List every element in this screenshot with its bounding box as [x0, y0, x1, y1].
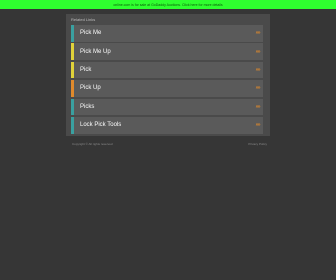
- link-item-lock-pick-tools[interactable]: Lock Pick Tools »»: [71, 116, 263, 134]
- link-label[interactable]: Lock Pick Tools: [80, 122, 121, 128]
- accent-bar: [71, 25, 74, 42]
- link-label[interactable]: Picks: [80, 104, 94, 110]
- chevron-right-icon[interactable]: »»: [256, 122, 261, 128]
- privacy-policy-link[interactable]: Privacy Policy: [248, 142, 267, 146]
- chevron-right-icon[interactable]: »»: [256, 30, 261, 36]
- link-item-pick[interactable]: Pick »»: [71, 61, 263, 79]
- link-item-pick-me[interactable]: Pick Me »»: [71, 25, 263, 42]
- sale-banner-text[interactable]: online.com is for sale at GoDaddy Auctio…: [113, 3, 222, 7]
- chevron-right-icon[interactable]: »»: [256, 49, 261, 55]
- link-label[interactable]: Pick Up: [80, 85, 101, 91]
- link-label[interactable]: Pick Me Up: [80, 49, 111, 55]
- accent-bar: [71, 61, 74, 79]
- chevron-right-icon[interactable]: »»: [256, 104, 261, 110]
- footer: Copyright © All rights reserved Privacy …: [72, 142, 267, 148]
- accent-bar: [71, 116, 74, 134]
- chevron-right-icon[interactable]: »»: [256, 67, 261, 73]
- panel-header: Related Links: [71, 17, 96, 22]
- copyright-text: Copyright © All rights reserved: [72, 142, 113, 146]
- link-label[interactable]: Pick Me: [80, 30, 101, 36]
- related-links-panel: Related Links Pick Me »» Pick Me Up »» P…: [66, 14, 270, 136]
- related-links-list: Pick Me »» Pick Me Up »» Pick »» Pick Up…: [71, 25, 263, 135]
- link-item-pick-up[interactable]: Pick Up »»: [71, 80, 263, 97]
- accent-bar: [71, 80, 74, 97]
- sale-banner[interactable]: online.com is for sale at GoDaddy Auctio…: [0, 0, 336, 9]
- accent-bar: [71, 43, 74, 60]
- chevron-right-icon[interactable]: »»: [256, 85, 261, 91]
- link-item-picks[interactable]: Picks »»: [71, 98, 263, 116]
- link-label[interactable]: Pick: [80, 67, 91, 73]
- accent-bar: [71, 98, 74, 116]
- link-item-pick-me-up[interactable]: Pick Me Up »»: [71, 43, 263, 60]
